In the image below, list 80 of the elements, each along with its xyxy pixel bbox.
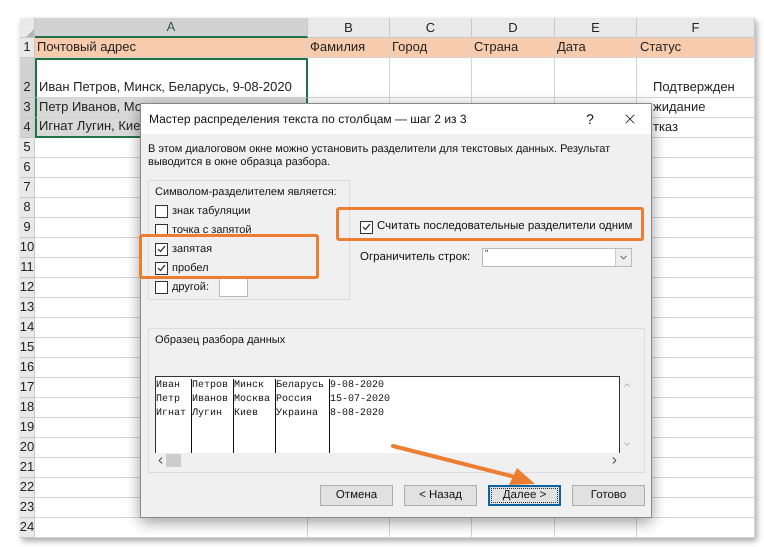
dialog-button[interactable]: Отмена xyxy=(320,485,393,506)
row-header[interactable]: 8 xyxy=(20,198,35,218)
column-header[interactable]: B xyxy=(308,18,390,38)
preview-value: Минск xyxy=(234,378,266,392)
checkbox-label[interactable]: Считать последовательные разделители одним xyxy=(377,218,632,236)
checkmark-icon xyxy=(362,223,371,231)
column-header[interactable]: D xyxy=(472,18,555,38)
preview-value: Иван xyxy=(156,378,182,392)
row-header[interactable]: 1 xyxy=(20,38,35,58)
row-header[interactable]: 23 xyxy=(20,498,35,518)
preview-value: 9-08-2020 xyxy=(330,378,386,392)
table-cell: Город xyxy=(390,38,472,58)
row-header[interactable]: 13 xyxy=(20,298,35,318)
row-header[interactable]: 6 xyxy=(20,158,35,178)
checkmark-icon xyxy=(157,264,166,272)
checkbox[interactable] xyxy=(155,262,168,274)
description-text: В этом диалоговом окне можно установить разделители для текстовых данных. Результат выводится в окне образца разбора. xyxy=(148,143,612,169)
column-header[interactable]: A xyxy=(35,18,308,38)
row-header[interactable]: 15 xyxy=(20,338,35,358)
preview-value: Петров xyxy=(192,378,230,392)
checkbox[interactable] xyxy=(155,204,168,218)
row-header[interactable]: 7 xyxy=(20,178,35,198)
corner-triangle-icon xyxy=(26,29,34,37)
row-header[interactable]: 24 xyxy=(20,518,35,538)
dialog-button[interactable]: Далее > xyxy=(488,485,561,506)
scroll-thumb[interactable] xyxy=(166,454,181,466)
table-cell: Подтвержден xyxy=(637,58,755,98)
table-cell: Иван Петров, Минск, Беларусь, 9-08-2020 xyxy=(35,58,308,98)
table-cell: Дата xyxy=(555,38,637,58)
column-header[interactable]: E xyxy=(555,18,637,38)
dialog-button[interactable]: < Назад xyxy=(404,485,477,506)
table-cell: Фамилия xyxy=(308,38,390,58)
row-header[interactable]: 20 xyxy=(20,438,35,458)
row-header[interactable]: 4 xyxy=(20,118,35,138)
checkbox-label[interactable]: пробел xyxy=(172,260,209,276)
column-header[interactable]: F xyxy=(637,18,755,38)
preview-value: Москва xyxy=(234,392,272,406)
preview-value: 15-07-2020 xyxy=(330,392,392,406)
row-header[interactable]: 12 xyxy=(20,278,35,298)
checkbox[interactable] xyxy=(155,242,168,256)
table-cell: Страна xyxy=(472,38,555,58)
qualifier-select[interactable]: " xyxy=(482,248,632,267)
group-title: Образец разбора данных xyxy=(155,333,286,348)
preview-value: 8-08-2020 xyxy=(330,406,386,420)
checkbox-label[interactable]: точка с запятой xyxy=(172,222,252,238)
checkbox-label[interactable]: другой: xyxy=(172,278,210,296)
row-header[interactable]: 9 xyxy=(20,218,35,238)
table-cell: Почтовый адрес xyxy=(35,38,308,58)
group-title: Символом-разделителем является: xyxy=(155,185,338,200)
checkbox[interactable] xyxy=(155,280,168,294)
row-header[interactable]: 14 xyxy=(20,318,35,338)
row-header[interactable]: 10 xyxy=(20,238,35,258)
row-header[interactable]: 22 xyxy=(20,478,35,498)
row-header[interactable]: 3 xyxy=(20,98,35,118)
checkmark-icon xyxy=(157,245,166,253)
row-header[interactable]: 21 xyxy=(20,458,35,478)
row-header[interactable]: 2 xyxy=(20,58,35,98)
row-header[interactable]: 19 xyxy=(20,418,35,438)
preview-value: Беларусь xyxy=(276,378,326,392)
preview-value: Киев xyxy=(234,406,260,420)
checkbox-label[interactable]: знак табуляции xyxy=(172,202,250,220)
preview-value: Украина xyxy=(276,406,320,420)
preview-value: Иванов xyxy=(192,392,230,406)
preview-value: Игнат xyxy=(156,406,188,420)
preview-value: Петр xyxy=(156,392,182,406)
preview-value: Россия xyxy=(276,392,314,406)
row-header[interactable]: 16 xyxy=(20,358,35,378)
column-header[interactable]: C xyxy=(390,18,472,38)
dialog-button[interactable]: Готово xyxy=(572,485,645,506)
row-header[interactable]: 5 xyxy=(20,138,35,158)
checkbox-label[interactable]: запятая xyxy=(172,240,212,258)
row-header[interactable]: 18 xyxy=(20,398,35,418)
row-header[interactable]: 11 xyxy=(20,258,35,278)
help-button[interactable]: ? xyxy=(575,108,605,130)
row-header[interactable]: 17 xyxy=(20,378,35,398)
checkbox[interactable] xyxy=(360,220,373,234)
input-field[interactable] xyxy=(219,277,248,297)
preview-value: Лугин xyxy=(192,406,224,420)
table-cell: Статус xyxy=(637,38,755,58)
qualifier-label: Ограничитель строк: xyxy=(360,250,472,265)
